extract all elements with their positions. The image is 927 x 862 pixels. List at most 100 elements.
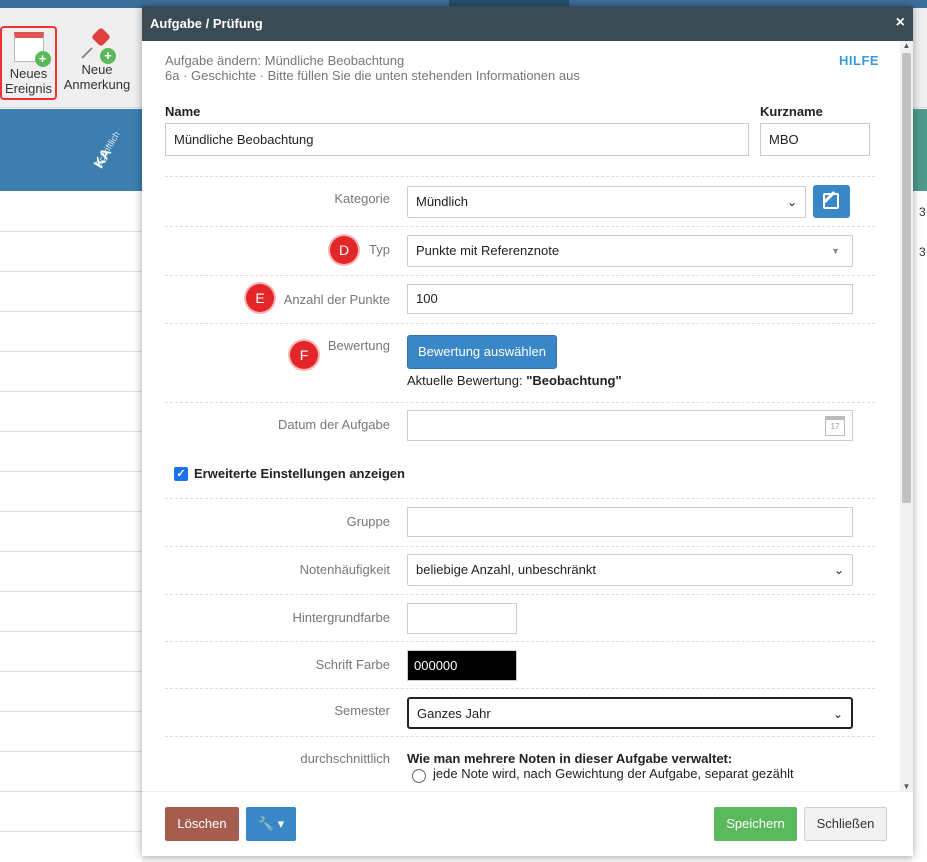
grade-handling-question: Wie man mehrere Noten in dieser Aufgabe … xyxy=(407,751,733,766)
table-row xyxy=(0,831,142,832)
table-row xyxy=(0,311,142,312)
datum-input[interactable] xyxy=(407,410,853,441)
grade-cell[interactable]: 3 xyxy=(919,245,926,259)
dialog-title: Aufgabe / Prüfung xyxy=(150,16,263,31)
delete-button[interactable]: Löschen xyxy=(165,807,239,841)
current-rating: Aktuelle Bewertung: "Beobachtung" xyxy=(407,373,622,388)
background-color-input[interactable] xyxy=(407,603,517,634)
table-row xyxy=(0,711,142,712)
datum-label: Datum der Aufgabe xyxy=(277,417,390,432)
task-dialog: Aufgabe / Prüfung × Aufgabe ändern: Münd… xyxy=(142,6,913,856)
table-row xyxy=(0,671,142,672)
typ-value: Punkte mit Referenznote xyxy=(416,243,560,258)
name-label: Name xyxy=(165,104,201,119)
bewertung-label: Bewertung xyxy=(327,338,390,353)
new-note-label-2: Anmerkung xyxy=(63,77,131,92)
haeufigkeit-value: beliebige Anzahl, unbeschränkt xyxy=(416,562,596,577)
divider xyxy=(165,323,875,324)
grade-table-right xyxy=(912,191,927,862)
close-icon[interactable]: × xyxy=(896,14,905,32)
font-color-input[interactable]: 000000 xyxy=(407,650,517,681)
divider xyxy=(165,226,875,227)
wrench-icon: 🔧 xyxy=(257,816,275,831)
new-note-label-1: Neue xyxy=(81,62,113,77)
shortname-input[interactable]: MBO xyxy=(760,123,870,156)
calendar-add-icon: + xyxy=(13,32,51,67)
name-input[interactable]: Mündliche Beobachtung xyxy=(165,123,749,156)
scroll-up-icon[interactable]: ▲ xyxy=(902,41,911,50)
new-event-label-2: Ereignis xyxy=(5,81,52,96)
kategorie-value: Mündlich xyxy=(416,194,469,209)
punkte-label: Anzahl der Punkte xyxy=(283,292,390,307)
table-row xyxy=(0,231,142,232)
caret-down-icon: ▼ xyxy=(831,246,840,256)
column-header-green xyxy=(912,109,927,191)
hintergrund-label: Hintergrundfarbe xyxy=(292,610,390,625)
grade-handling-radio-separate[interactable] xyxy=(412,769,426,783)
gruppe-input[interactable] xyxy=(407,507,853,537)
table-row xyxy=(0,591,142,592)
grade-handling-option-separate[interactable]: jede Note wird, nach Gewichtung der Aufg… xyxy=(433,766,794,781)
dialog-subtitle: Aufgabe ändern: Mündliche Beobachtung xyxy=(165,53,405,68)
chevron-down-icon: ⌄ xyxy=(786,195,797,209)
divider xyxy=(165,736,875,737)
punkte-input[interactable]: 100 xyxy=(407,284,853,314)
table-row xyxy=(0,471,142,472)
scrollbar-thumb[interactable] xyxy=(902,53,911,503)
table-row xyxy=(0,351,142,352)
new-note-button[interactable]: + Neue Anmerkung xyxy=(62,26,132,92)
semester-select[interactable]: Ganzes Jahr ⌄ xyxy=(407,697,853,729)
table-row xyxy=(0,631,142,632)
kategorie-label: Kategorie xyxy=(334,191,390,206)
haeufigkeit-select[interactable]: beliebige Anzahl, unbeschränkt ⌄ xyxy=(407,554,853,586)
dialog-body[interactable]: Aufgabe ändern: Mündliche Beobachtung 6a… xyxy=(142,41,913,791)
edit-category-button[interactable] xyxy=(813,185,850,218)
dialog-scrollbar[interactable]: ▲ ▼ xyxy=(900,41,913,791)
current-rating-label: Aktuelle Bewertung: xyxy=(407,373,527,388)
table-row xyxy=(0,551,142,552)
chevron-down-icon: ⌄ xyxy=(833,563,844,577)
divider xyxy=(165,688,875,689)
durchschnitt-label: durchschnittlich xyxy=(300,751,390,766)
divider xyxy=(165,546,875,547)
grade-cell[interactable]: 3 xyxy=(919,205,926,219)
save-button[interactable]: Speichern xyxy=(714,807,797,841)
scroll-down-icon[interactable]: ▼ xyxy=(902,782,911,791)
help-link[interactable]: HILFE xyxy=(839,53,879,68)
table-row xyxy=(0,271,142,272)
close-button[interactable]: Schließen xyxy=(804,807,887,841)
semester-label: Semester xyxy=(334,703,390,718)
grade-table-body xyxy=(0,191,142,862)
semester-value: Ganzes Jahr xyxy=(417,706,491,721)
advanced-settings-label[interactable]: Erweiterte Einstellungen anzeigen xyxy=(194,466,405,481)
divider xyxy=(165,402,875,403)
table-row xyxy=(0,751,142,752)
dropdown-caret: ▾ xyxy=(277,816,285,831)
kategorie-select[interactable]: Mündlich ⌄ xyxy=(407,186,806,218)
advanced-settings-checkbox[interactable]: ✓ xyxy=(174,467,188,481)
select-rating-button[interactable]: Bewertung auswählen xyxy=(407,335,557,369)
current-rating-value: "Beobachtung" xyxy=(526,373,622,388)
pin-add-icon: + xyxy=(81,27,116,64)
dialog-header: Aufgabe / Prüfung × xyxy=(142,6,913,41)
gruppe-label: Gruppe xyxy=(346,514,390,529)
divider xyxy=(165,594,875,595)
new-event-button[interactable]: + Neues Ereignis xyxy=(0,26,57,100)
calendar-icon[interactable]: 17 xyxy=(825,416,845,436)
chevron-down-icon: ⌄ xyxy=(832,707,843,721)
shortname-label: Kurzname xyxy=(760,104,823,119)
typ-label: Typ xyxy=(369,242,390,257)
new-event-label-1: Neues xyxy=(9,66,48,81)
haeufigkeit-label: Notenhäufigkeit xyxy=(299,562,390,577)
divider xyxy=(165,275,875,276)
typ-select[interactable]: Punkte mit Referenznote ▼ xyxy=(407,235,853,267)
table-row xyxy=(0,791,142,792)
schrift-label: Schrift Farbe xyxy=(315,657,390,672)
tools-dropdown-button[interactable]: 🔧 ▾ xyxy=(246,807,296,841)
table-row xyxy=(0,511,142,512)
divider xyxy=(165,498,875,499)
dialog-context: 6a · Geschichte · Bitte füllen Sie die u… xyxy=(165,68,580,83)
divider xyxy=(165,641,875,642)
divider xyxy=(165,176,875,177)
table-row xyxy=(0,431,142,432)
